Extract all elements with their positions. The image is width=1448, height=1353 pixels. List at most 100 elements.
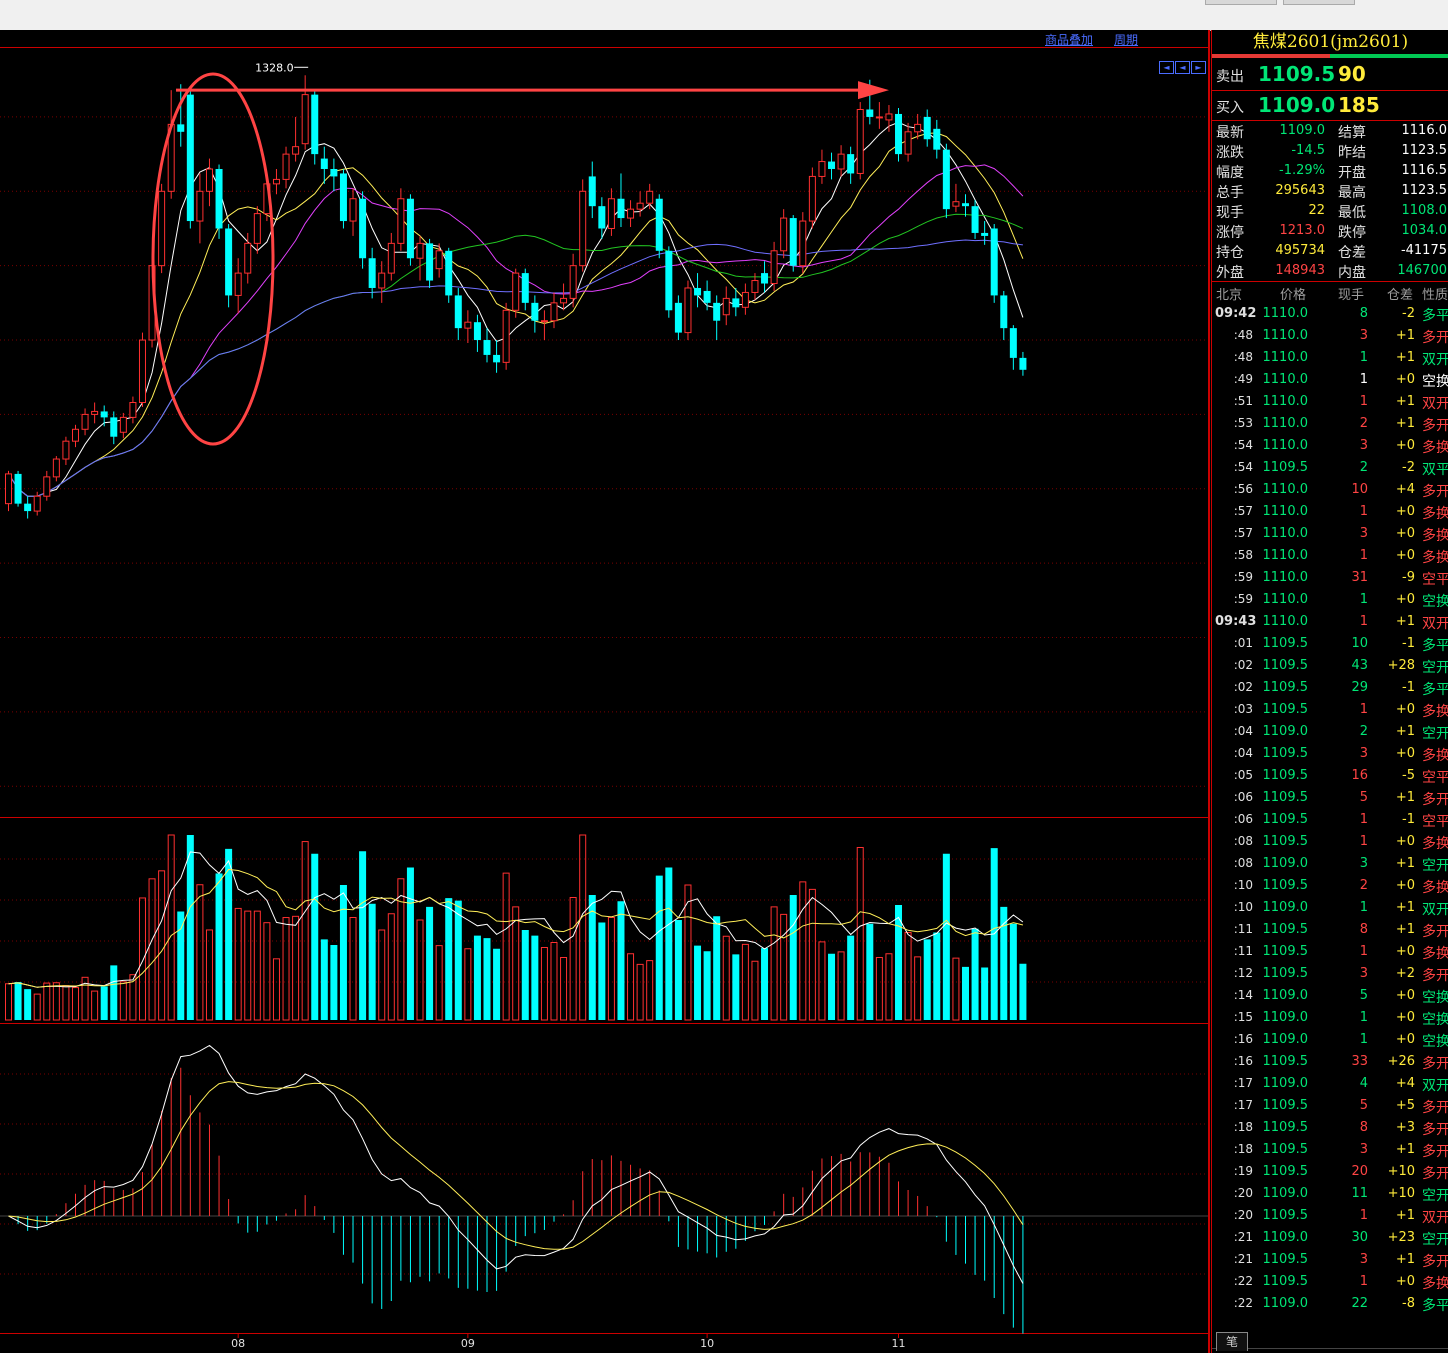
stat-label: 外盘 — [1216, 265, 1244, 281]
volume-bar — [14, 982, 22, 1020]
tick-nature: 空开 — [1422, 1188, 1448, 1204]
period-link[interactable]: 周期 — [1114, 31, 1138, 48]
volume-bar — [646, 960, 654, 1021]
stat-label: 最新 — [1216, 125, 1244, 141]
candle-body — [110, 417, 118, 437]
tick-nature: 空换 — [1422, 594, 1448, 610]
volume-bar — [904, 932, 912, 1021]
tick-price: 1110.0 — [1262, 548, 1309, 563]
candle-body — [770, 250, 778, 285]
macd-dif-line — [8, 1044, 1024, 1284]
candle-body — [713, 302, 721, 321]
stat-label: 现手 — [1216, 205, 1244, 221]
candle-body — [952, 201, 960, 207]
tick-price: 1109.5 — [1262, 944, 1309, 959]
candle-body — [292, 146, 300, 155]
tab-tick[interactable]: 笔 — [1216, 1332, 1248, 1351]
tick-hand: 22 — [1351, 1296, 1368, 1311]
tick-time: :57 — [1233, 526, 1253, 540]
tick-nature: 空平 — [1422, 770, 1448, 786]
stat-value: 1116.0 — [1401, 123, 1448, 138]
tick-time: :16 — [1233, 1054, 1253, 1068]
volume-bar — [550, 942, 558, 1021]
volume-bar — [167, 834, 175, 1021]
tick-hand: 16 — [1351, 768, 1368, 783]
contract-title: 焦煤2601(jm2601) — [1252, 32, 1409, 52]
volume-bar — [416, 919, 424, 1021]
tick-price: 1109.5 — [1262, 768, 1309, 783]
stat-label: 仓差 — [1338, 245, 1366, 261]
tick-nature: 多换 — [1422, 946, 1448, 962]
kline-chart-area[interactable]: 08 09 10 11 1328.0 商品叠加 周期 ◄ ◄ ► — [0, 30, 1210, 1353]
candle-body — [493, 354, 501, 363]
candle-body — [52, 458, 60, 478]
volume-bar — [770, 906, 778, 1021]
candle-body — [579, 190, 587, 267]
toolbar-button[interactable] — [1283, 0, 1355, 5]
pane-divider — [0, 1023, 1210, 1024]
volume-bar — [866, 923, 874, 1020]
tick-price: 1109.0 — [1262, 856, 1309, 871]
tick-price: 1110.0 — [1262, 504, 1309, 519]
candle-body — [971, 206, 979, 233]
tick-hand: 1 — [1359, 702, 1368, 717]
quote-panel: 焦煤2601(jm2601) 卖出 1109.5 90 买入 1109.0 18… — [1211, 30, 1448, 1353]
tick-nature: 多开 — [1422, 484, 1448, 500]
candle-body — [722, 297, 730, 316]
tick-time: :11 — [1233, 944, 1253, 958]
candle-body — [607, 198, 615, 229]
tick-oi-change: +10 — [1387, 1186, 1415, 1201]
candle-body — [91, 410, 99, 415]
nav-first-icon[interactable]: ◄ — [1159, 61, 1174, 74]
tick-header-oi: 仓差 — [1387, 288, 1414, 303]
tick-time: :59 — [1233, 570, 1253, 584]
candle-body — [234, 272, 242, 296]
tick-nature: 多开 — [1422, 1122, 1448, 1138]
tick-nature: 多开 — [1422, 792, 1448, 808]
tick-nature: 多开 — [1422, 968, 1448, 984]
candle-body — [665, 250, 673, 311]
tick-hand: 3 — [1359, 1252, 1368, 1267]
tick-oi-change: -1 — [1402, 680, 1415, 695]
volume-bar — [588, 895, 596, 1020]
tick-oi-change: -1 — [1402, 812, 1415, 827]
tick-time: 09:42 — [1215, 306, 1257, 321]
tick-nature: 空开 — [1422, 660, 1448, 676]
tick-hand: 1 — [1359, 1032, 1368, 1047]
candle-body — [378, 272, 386, 289]
tick-price: 1109.5 — [1262, 636, 1309, 651]
tick-hand: 1 — [1359, 1208, 1368, 1223]
tick-oi-change: +1 — [1395, 350, 1415, 365]
tick-oi-change: +28 — [1387, 658, 1415, 673]
nav-prev-icon[interactable]: ◄ — [1175, 61, 1190, 74]
candle-body — [426, 243, 434, 281]
tick-price: 1110.0 — [1262, 372, 1309, 387]
volume-bar — [502, 872, 510, 1021]
tick-time: :18 — [1233, 1142, 1253, 1156]
tick-time: :10 — [1233, 878, 1253, 892]
candle-body — [435, 250, 443, 270]
volume-bar — [579, 834, 587, 1021]
volume-bar — [5, 983, 12, 1021]
tick-oi-change: +1 — [1395, 1252, 1415, 1267]
tick-hand: 4 — [1359, 1076, 1368, 1091]
toolbar-button[interactable] — [1205, 0, 1277, 5]
tick-oi-change: +0 — [1395, 1274, 1415, 1289]
overlay-commodity-link[interactable]: 商品叠加 — [1045, 31, 1093, 48]
tick-nature: 多开 — [1422, 924, 1448, 940]
tick-oi-change: +1 — [1395, 724, 1415, 739]
stat-value: 495734 — [1275, 243, 1325, 258]
candle-body — [330, 168, 338, 177]
candle-body — [138, 339, 146, 404]
tick-time: :19 — [1233, 1164, 1253, 1178]
candle-body — [885, 113, 893, 121]
volume-bar — [406, 867, 414, 1020]
tick-price: 1109.5 — [1262, 1120, 1309, 1135]
tick-nature: 多换 — [1422, 506, 1448, 522]
stat-label: 最高 — [1338, 185, 1366, 201]
tick-time: :16 — [1233, 1032, 1253, 1046]
tick-oi-change: +0 — [1395, 702, 1415, 717]
tick-time: :20 — [1233, 1208, 1253, 1222]
nav-next-icon[interactable]: ► — [1191, 61, 1206, 74]
volume-bar — [741, 943, 749, 1021]
